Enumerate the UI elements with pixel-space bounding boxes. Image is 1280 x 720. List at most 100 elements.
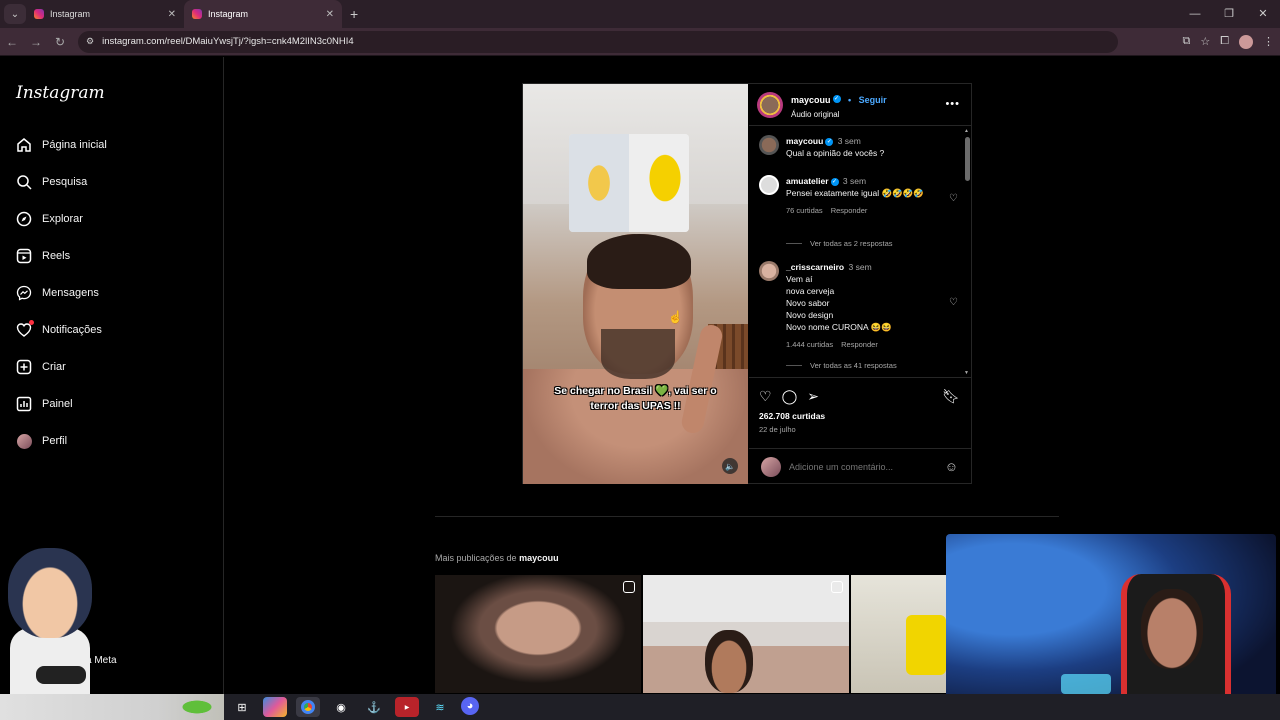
reply-button[interactable]: Responder bbox=[831, 206, 868, 215]
sidebar-item-home[interactable]: Página inicial bbox=[16, 137, 107, 153]
scrollbar-thumb[interactable] bbox=[965, 137, 970, 181]
add-comment-bar: ☺ bbox=[749, 448, 972, 484]
browser-tab-2[interactable]: Instagram ✕ bbox=[184, 0, 342, 28]
comment-text: Pensei exatamente igual 🤣🤣🤣🤣 bbox=[786, 188, 924, 198]
sidebar-item-reels[interactable]: Reels bbox=[16, 248, 70, 264]
profile-avatar-icon[interactable] bbox=[1239, 34, 1253, 49]
comment-likes[interactable]: 76 curtidas bbox=[786, 206, 823, 215]
likes-count[interactable]: 262.708 curtidas bbox=[759, 411, 825, 421]
more-options-icon[interactable]: ••• bbox=[945, 98, 960, 110]
sidebar-item-search[interactable]: Pesquisa bbox=[16, 174, 87, 190]
install-app-icon[interactable]: ⧉ bbox=[1182, 35, 1190, 48]
commenter-avatar[interactable] bbox=[759, 261, 779, 281]
os-taskbar: ⊞ ◉ ⚓ ▶ ≋ ◕ bbox=[0, 694, 1280, 720]
tab-title: Instagram bbox=[208, 9, 249, 19]
discord-icon[interactable]: ◕ bbox=[461, 697, 479, 715]
reload-icon[interactable]: ↻ bbox=[48, 35, 72, 49]
comment-item: amuatelier ✓ 3 sem Pensei exatamente igua… bbox=[759, 175, 959, 217]
forward-icon[interactable]: → bbox=[24, 35, 48, 49]
home-icon bbox=[16, 137, 32, 153]
new-tab-icon[interactable]: + bbox=[350, 6, 358, 22]
obs-icon[interactable]: ◉ bbox=[329, 697, 353, 717]
profile-avatar bbox=[16, 433, 32, 449]
commenter-avatar[interactable] bbox=[759, 175, 779, 195]
sidebar-item-label: Explorar bbox=[42, 213, 83, 225]
back-icon[interactable]: ← bbox=[0, 35, 24, 49]
view-replies-button[interactable]: Ver todas as 41 respostas bbox=[786, 361, 897, 370]
close-window-icon[interactable]: ✕ bbox=[1246, 0, 1280, 28]
reel-side-panel: maycouu ✓ • Seguir Áudio original ••• may… bbox=[749, 84, 972, 484]
video-app-icon[interactable]: ▶ bbox=[395, 697, 419, 717]
sidebar-item-explore[interactable]: Explorar bbox=[16, 211, 83, 227]
like-heart-icon[interactable]: ♡ bbox=[759, 388, 772, 405]
verified-badge-icon: ✓ bbox=[830, 177, 839, 186]
menu-icon[interactable]: ⋮ bbox=[1263, 35, 1274, 48]
comment-username[interactable]: _crisscarneiro bbox=[786, 262, 844, 272]
comment-time: 3 sem bbox=[848, 262, 872, 272]
section-divider bbox=[435, 516, 1059, 517]
post-header: maycouu ✓ • Seguir Áudio original ••• bbox=[749, 84, 972, 126]
save-bookmark-icon[interactable]: 🔖︎ bbox=[942, 388, 960, 405]
comments-scrollbar[interactable]: ▲ ▼ bbox=[964, 128, 970, 376]
scroll-up-icon[interactable]: ▲ bbox=[964, 128, 969, 134]
comment-item: maycouu ✓ 3 sem Qual a opinião de vocês ? bbox=[759, 135, 959, 159]
sidebar-item-profile[interactable]: Perfil bbox=[16, 433, 67, 449]
sidebar-item-notifications[interactable]: Notificações bbox=[16, 320, 102, 338]
reply-button[interactable]: Responder bbox=[841, 340, 878, 349]
comment-line: Vem aí bbox=[786, 274, 813, 284]
chrome-icon[interactable] bbox=[296, 697, 320, 717]
toolbar-right: ⧉ ☆ ⧠ ⋮ bbox=[1182, 34, 1274, 49]
sidebar-item-create[interactable]: Criar bbox=[16, 359, 66, 375]
more-post-thumbnail[interactable] bbox=[851, 575, 946, 693]
emoji-picker-icon[interactable]: ☺ bbox=[945, 459, 958, 474]
comment-input[interactable] bbox=[789, 461, 939, 472]
scroll-down-icon[interactable]: ▼ bbox=[964, 370, 969, 376]
audio-label[interactable]: Áudio original bbox=[791, 110, 887, 119]
more-posts-username[interactable]: maycouu bbox=[519, 553, 559, 563]
anchor-app-icon[interactable]: ⚓ bbox=[362, 697, 386, 717]
author-avatar[interactable] bbox=[757, 91, 783, 118]
minimize-icon[interactable]: — bbox=[1178, 0, 1212, 28]
sidebar-item-dashboard[interactable]: Painel bbox=[16, 396, 73, 412]
webcam-overlay bbox=[946, 534, 1276, 718]
url-bar[interactable]: ⚙ instagram.com/reel/DMaiuYwsjTj/?igsh=c… bbox=[78, 30, 1118, 53]
comment-bubble-icon[interactable]: ◯ bbox=[782, 388, 798, 405]
waveform-app-icon[interactable]: ≋ bbox=[428, 697, 452, 717]
more-post-thumbnail[interactable] bbox=[435, 575, 641, 693]
share-send-icon[interactable]: ➢ bbox=[807, 388, 819, 405]
chart-icon bbox=[16, 396, 32, 412]
instagram-logo[interactable]: Instagram bbox=[16, 83, 105, 103]
search-icon bbox=[16, 174, 32, 190]
restore-icon[interactable]: ❐ bbox=[1212, 0, 1246, 28]
bookmark-star-icon[interactable]: ☆ bbox=[1200, 35, 1210, 48]
gecko-widget-icon bbox=[172, 696, 222, 718]
close-tab-icon[interactable]: ✕ bbox=[326, 9, 334, 20]
commenter-avatar[interactable] bbox=[759, 135, 779, 155]
view-replies-label: Ver todas as 2 respostas bbox=[810, 239, 893, 248]
follow-button[interactable]: Seguir bbox=[859, 95, 887, 105]
site-info-icon[interactable]: ⚙ bbox=[86, 36, 94, 47]
close-tab-icon[interactable]: ✕ bbox=[168, 9, 176, 20]
task-view-icon[interactable]: ⊞ bbox=[230, 697, 254, 717]
extensions-icon[interactable]: ⧠ bbox=[1220, 35, 1229, 48]
sidebar-item-messages[interactable]: Mensagens bbox=[16, 285, 99, 301]
like-comment-icon[interactable]: ♡ bbox=[949, 193, 958, 204]
copilot-icon[interactable] bbox=[263, 697, 287, 717]
comment-username[interactable]: maycouu bbox=[786, 136, 823, 146]
reel-badge-icon bbox=[831, 581, 843, 593]
reel-video[interactable]: Se chegar no Brasil 💚, vai ser o terror … bbox=[523, 84, 748, 484]
comment-time: 3 sem bbox=[837, 136, 861, 146]
audio-toggle-icon[interactable]: 🔈 bbox=[722, 458, 738, 474]
comment-line: nova cerveja bbox=[786, 286, 835, 296]
like-comment-icon[interactable]: ♡ bbox=[949, 297, 958, 308]
comment-username[interactable]: amuatelier bbox=[786, 176, 829, 186]
view-replies-button[interactable]: Ver todas as 2 respostas bbox=[786, 239, 893, 248]
tab-search-button[interactable]: ⌄ bbox=[4, 4, 26, 24]
comment-line: Novo design bbox=[786, 310, 834, 320]
url-text: instagram.com/reel/DMaiuYwsjTj/?igsh=cnk… bbox=[102, 36, 354, 47]
sidebar-item-label: Painel bbox=[42, 398, 73, 410]
browser-tab-1[interactable]: Instagram ✕ bbox=[26, 0, 184, 28]
more-post-thumbnail[interactable] bbox=[643, 575, 849, 693]
comment-likes[interactable]: 1.444 curtidas bbox=[786, 340, 833, 349]
author-username[interactable]: maycouu bbox=[791, 95, 831, 105]
